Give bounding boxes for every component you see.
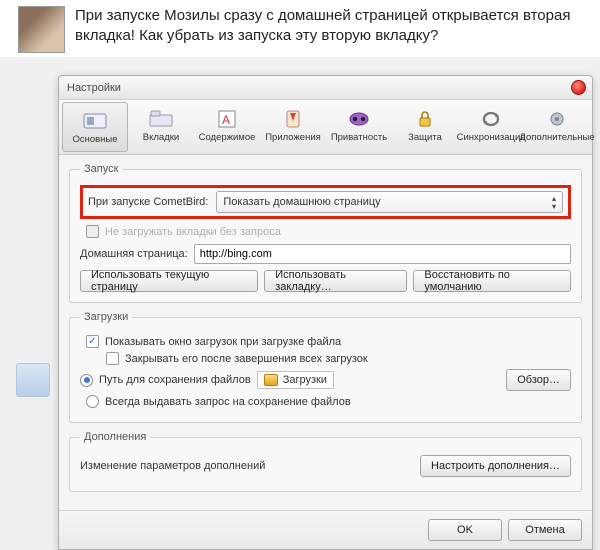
home-buttons: Использовать текущую страницу Использова…: [80, 270, 571, 292]
when-start-select[interactable]: Показать домашнюю страницу ▴▾: [216, 191, 563, 213]
tab-main[interactable]: Основные: [62, 102, 128, 152]
save-path-display: Загрузки: [257, 371, 334, 389]
show-window-checkbox[interactable]: ✓: [86, 335, 99, 348]
tab-tabs-label: Вкладки: [143, 132, 179, 143]
tab-advanced[interactable]: Дополнительные: [524, 100, 590, 150]
tab-content-label: Содержимое: [199, 132, 256, 143]
tab-security[interactable]: Защита: [392, 100, 458, 150]
downloads-group: Загрузки ✓ Показывать окно загрузок при …: [69, 311, 582, 423]
tab-privacy-label: Приватность: [331, 132, 387, 143]
show-window-row: ✓ Показывать окно загрузок при загрузке …: [86, 335, 571, 348]
tab-sync[interactable]: Синхронизация: [458, 100, 524, 150]
side-thumbnail: [16, 363, 50, 397]
home-label: Домашняя страница:: [80, 248, 188, 260]
toolbar: Основные Вкладки A Содержимое Приложения…: [59, 100, 592, 155]
save-to-label: Путь для сохранения файлов: [99, 374, 251, 386]
use-current-button[interactable]: Использовать текущую страницу: [80, 270, 258, 292]
lock-icon: [412, 108, 438, 130]
addons-legend: Дополнения: [80, 431, 150, 443]
addons-row: Изменение параметров дополнений Настроит…: [80, 455, 571, 477]
startup-legend: Запуск: [80, 163, 122, 175]
avatar: [18, 6, 65, 53]
tab-privacy[interactable]: Приватность: [326, 100, 392, 150]
show-window-label: Показывать окно загрузок при загрузке фа…: [105, 336, 341, 348]
always-ask-radio[interactable]: [86, 395, 99, 408]
close-icon[interactable]: [571, 80, 586, 95]
dont-load-checkbox: [86, 225, 99, 238]
dont-load-label: Не загружать вкладки без запроса: [105, 226, 281, 238]
when-start-label: При запуске CometBird:: [88, 196, 208, 208]
tab-security-label: Защита: [408, 132, 442, 143]
content-icon: A: [214, 108, 240, 130]
close-after-label: Закрывать его после завершения всех загр…: [125, 353, 368, 365]
question-text: При запуске Мозилы сразу с домашней стра…: [75, 6, 590, 47]
tabs-icon: [148, 108, 174, 130]
always-ask-label: Всегда выдавать запрос на сохранение фай…: [105, 396, 351, 408]
always-ask-row: Всегда выдавать запрос на сохранение фай…: [86, 395, 571, 408]
manage-addons-button[interactable]: Настроить дополнения…: [420, 455, 571, 477]
save-path-row: Путь для сохранения файлов Загрузки Обзо…: [80, 369, 571, 391]
settings-dialog: Настройки Основные Вкладки A Содержимое …: [58, 75, 593, 550]
home-row: Домашняя страница:: [80, 244, 571, 264]
close-after-row: Закрывать его после завершения всех загр…: [106, 352, 571, 365]
when-start-value: Показать домашнюю страницу: [223, 196, 380, 208]
cancel-button[interactable]: Отмена: [508, 519, 582, 541]
dialog-title: Настройки: [67, 82, 121, 94]
close-after-checkbox[interactable]: [106, 352, 119, 365]
page-header: При запуске Мозилы сразу с домашней стра…: [0, 0, 600, 57]
svg-text:A: A: [222, 113, 230, 127]
tab-sync-label: Синхронизация: [457, 132, 526, 143]
startup-group: Запуск При запуске CometBird: Показать д…: [69, 163, 582, 303]
home-url-input[interactable]: [194, 244, 571, 264]
gear-icon: [544, 108, 570, 130]
tab-advanced-label: Дополнительные: [519, 132, 594, 143]
use-bookmark-button[interactable]: Использовать закладку…: [264, 270, 407, 292]
apps-icon: [280, 108, 306, 130]
save-path-value: Загрузки: [283, 374, 327, 386]
addons-group: Дополнения Изменение параметров дополнен…: [69, 431, 582, 492]
addons-change-label: Изменение параметров дополнений: [80, 460, 265, 472]
tab-tabs[interactable]: Вкладки: [128, 100, 194, 150]
privacy-icon: [346, 108, 372, 130]
folder-icon: [264, 374, 278, 386]
highlighted-row: При запуске CometBird: Показать домашнюю…: [80, 185, 571, 219]
titlebar: Настройки: [59, 76, 592, 100]
tab-apps-label: Приложения: [265, 132, 321, 143]
chevron-updown-icon: ▴▾: [552, 195, 556, 211]
restore-default-button[interactable]: Восстановить по умолчанию: [413, 270, 571, 292]
ok-button[interactable]: OK: [428, 519, 502, 541]
dialog-footer: OK Отмена: [59, 510, 592, 549]
save-to-radio[interactable]: [80, 374, 93, 387]
switch-icon: [82, 110, 108, 132]
tab-apps[interactable]: Приложения: [260, 100, 326, 150]
dialog-content: Запуск При запуске CometBird: Показать д…: [59, 155, 592, 510]
browse-button[interactable]: Обзор…: [506, 369, 571, 391]
downloads-legend: Загрузки: [80, 311, 132, 323]
tab-content[interactable]: A Содержимое: [194, 100, 260, 150]
sync-icon: [478, 108, 504, 130]
tab-main-label: Основные: [72, 134, 117, 145]
dont-load-row: Не загружать вкладки без запроса: [86, 225, 571, 238]
